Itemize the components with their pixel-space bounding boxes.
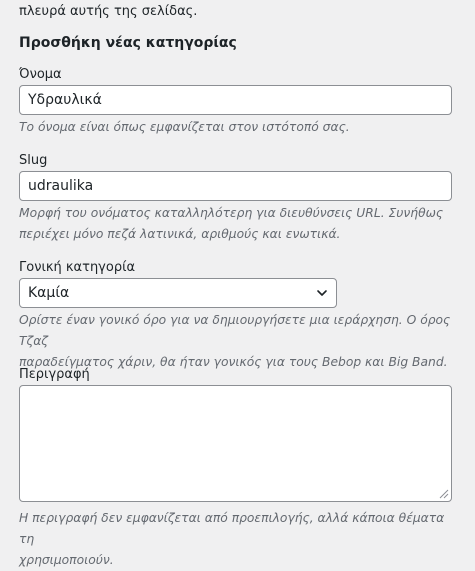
name-label: Όνομα xyxy=(19,67,62,82)
add-category-form: πλευρά αυτής της σελίδας. Προσθήκη νέας … xyxy=(0,0,475,567)
slug-help-line-2: περιέχει μόνο πεζά λατινικά, αριθμούς κα… xyxy=(19,227,341,241)
parent-category-label: Γονική κατηγορία xyxy=(19,260,136,275)
parent-category-select[interactable]: Καμία xyxy=(19,278,337,308)
chevron-down-icon xyxy=(317,290,327,296)
add-category-heading: Προσθήκη νέας κατηγορίας xyxy=(19,35,237,51)
slug-label: Slug xyxy=(19,153,48,168)
name-help-text: Το όνομα είναι όπως εμφανίζεται στον ιστ… xyxy=(19,120,350,134)
parent-category-selected-value: Καμία xyxy=(28,285,70,301)
name-input[interactable] xyxy=(19,85,452,115)
description-textarea[interactable] xyxy=(19,385,452,502)
slug-help-text: Μορφή του ονόματος καταλληλότερη για διε… xyxy=(19,203,459,245)
description-help-text: Η περιγραφή δεν εμφανίζεται από προεπιλο… xyxy=(19,508,459,571)
parent-category-help-text: Ορίστε έναν γονικό όρο για να δημιουργήσ… xyxy=(19,310,459,373)
description-label: Περιγραφή xyxy=(19,367,90,382)
page-description-tail: πλευρά αυτής της σελίδας. xyxy=(19,4,198,19)
description-help-line-1: Η περιγραφή δεν εμφανίζεται από προεπιλο… xyxy=(19,511,445,546)
slug-input[interactable] xyxy=(19,171,452,201)
slug-help-line-1: Μορφή του ονόματος καταλληλότερη για διε… xyxy=(19,206,444,220)
description-help-line-2: χρησιμοποιούν. xyxy=(19,553,114,567)
parent-help-line-1: Ορίστε έναν γονικό όρο για να δημιουργήσ… xyxy=(19,313,451,348)
resize-grip-icon[interactable] xyxy=(438,488,449,499)
